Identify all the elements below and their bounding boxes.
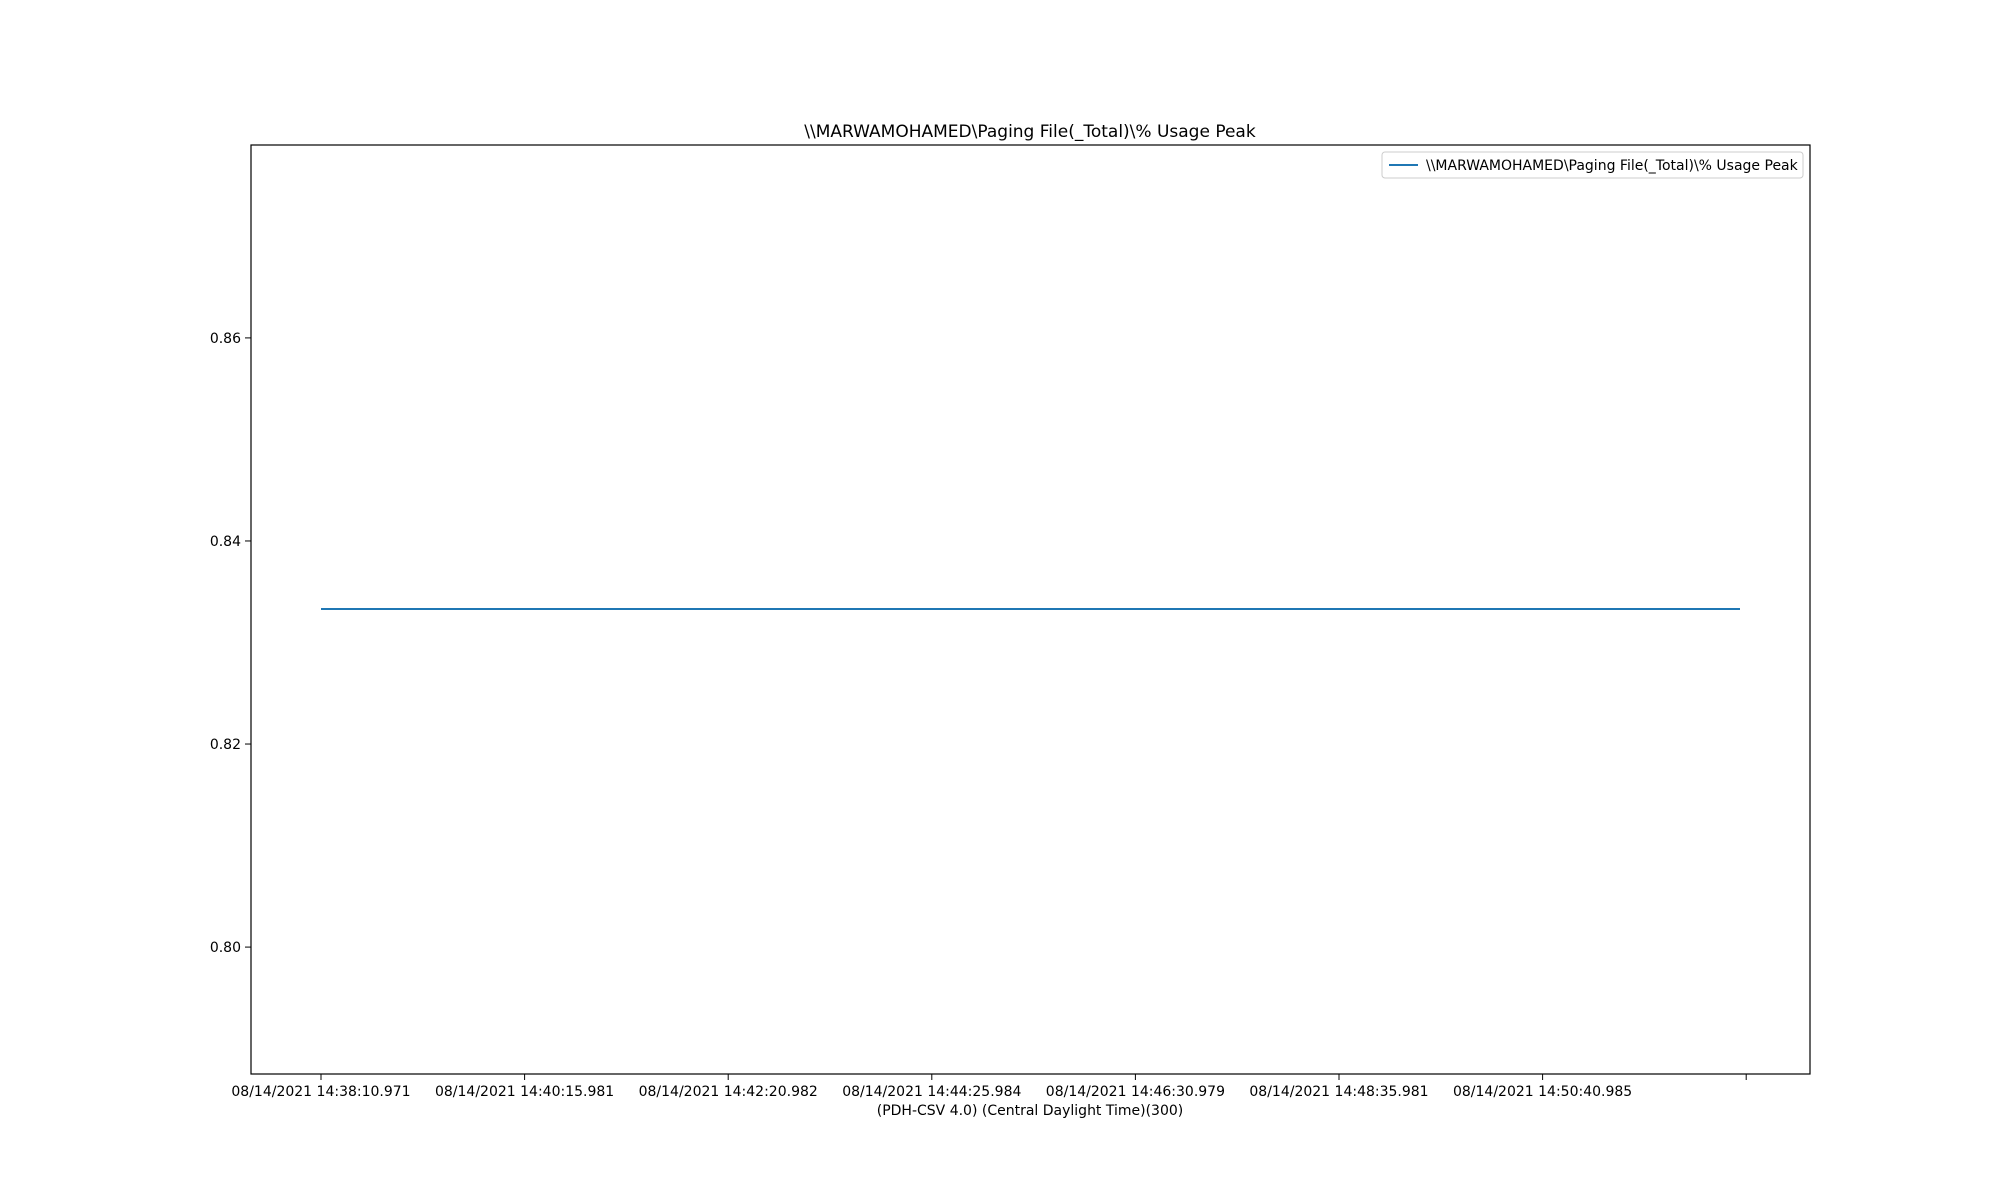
x-axis-label: (PDH-CSV 4.0) (Central Daylight Time)(30…: [877, 1103, 1184, 1119]
x-tick-label: 08/14/2021 14:48:35.981: [1249, 1084, 1428, 1100]
chart-title: \\MARWAMOHAMED\Paging File(_Total)\% Usa…: [804, 122, 1256, 142]
y-tick-label: 0.84: [210, 534, 241, 550]
x-tick-label: 08/14/2021 14:42:20.982: [639, 1084, 818, 1100]
y-tick-label: 0.80: [210, 940, 241, 956]
y-tick-label: 0.86: [210, 331, 241, 347]
x-tick-label: 08/14/2021 14:38:10.971: [231, 1084, 410, 1100]
x-tick-label: 08/14/2021 14:46:30.979: [1046, 1084, 1225, 1100]
x-tick-label: 08/14/2021 14:40:15.981: [435, 1084, 614, 1100]
figure-background: [0, 0, 2000, 1200]
legend-label: \\MARWAMOHAMED\Paging File(_Total)\% Usa…: [1426, 158, 1799, 174]
chart-figure: \\MARWAMOHAMED\Paging File(_Total)\% Usa…: [0, 0, 2000, 1200]
x-tick-label: 08/14/2021 14:50:40.985: [1453, 1084, 1632, 1100]
x-tick-label: 08/14/2021 14:44:25.984: [842, 1084, 1021, 1100]
line-chart: \\MARWAMOHAMED\Paging File(_Total)\% Usa…: [0, 0, 2000, 1200]
legend: \\MARWAMOHAMED\Paging File(_Total)\% Usa…: [1381, 151, 1804, 179]
y-tick-label: 0.82: [210, 737, 241, 753]
